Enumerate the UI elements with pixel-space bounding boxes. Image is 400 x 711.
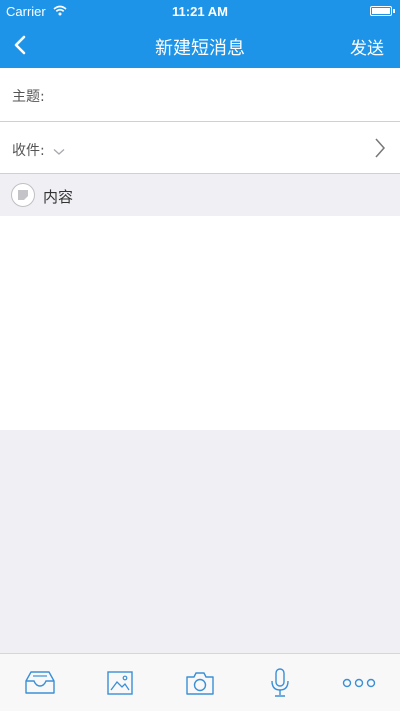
subject-label: 主题: <box>12 89 45 105</box>
chevron-down-icon[interactable] <box>53 141 65 160</box>
chevron-right-icon[interactable] <box>374 137 386 163</box>
note-icon <box>11 183 35 207</box>
image-icon[interactable] <box>104 668 136 698</box>
microphone-icon[interactable] <box>264 668 296 698</box>
content-area[interactable] <box>0 216 400 430</box>
recipient-row[interactable]: 收件: <box>0 122 400 174</box>
bottom-toolbar <box>0 653 400 711</box>
camera-icon[interactable] <box>184 668 216 698</box>
page-title: 新建短消息 <box>155 38 245 59</box>
content-label: 内容 <box>43 188 74 206</box>
header: Carrier 11:21 AM 新建短消息 发送 <box>0 0 400 68</box>
status-bar: Carrier 11:21 AM <box>0 0 400 22</box>
subject-row: 主题: <box>0 68 400 122</box>
content-input[interactable] <box>12 226 392 424</box>
recipient-label: 收件: <box>12 143 45 159</box>
more-icon[interactable] <box>340 668 380 698</box>
content-header: 内容 <box>0 174 400 216</box>
nav-bar: 新建短消息 发送 <box>0 22 400 68</box>
subject-input[interactable] <box>52 82 386 108</box>
status-time: 11:21 AM <box>172 4 228 19</box>
battery-icon <box>370 6 395 16</box>
send-button[interactable]: 发送 <box>350 34 384 59</box>
inbox-tray-icon[interactable] <box>24 668 56 698</box>
